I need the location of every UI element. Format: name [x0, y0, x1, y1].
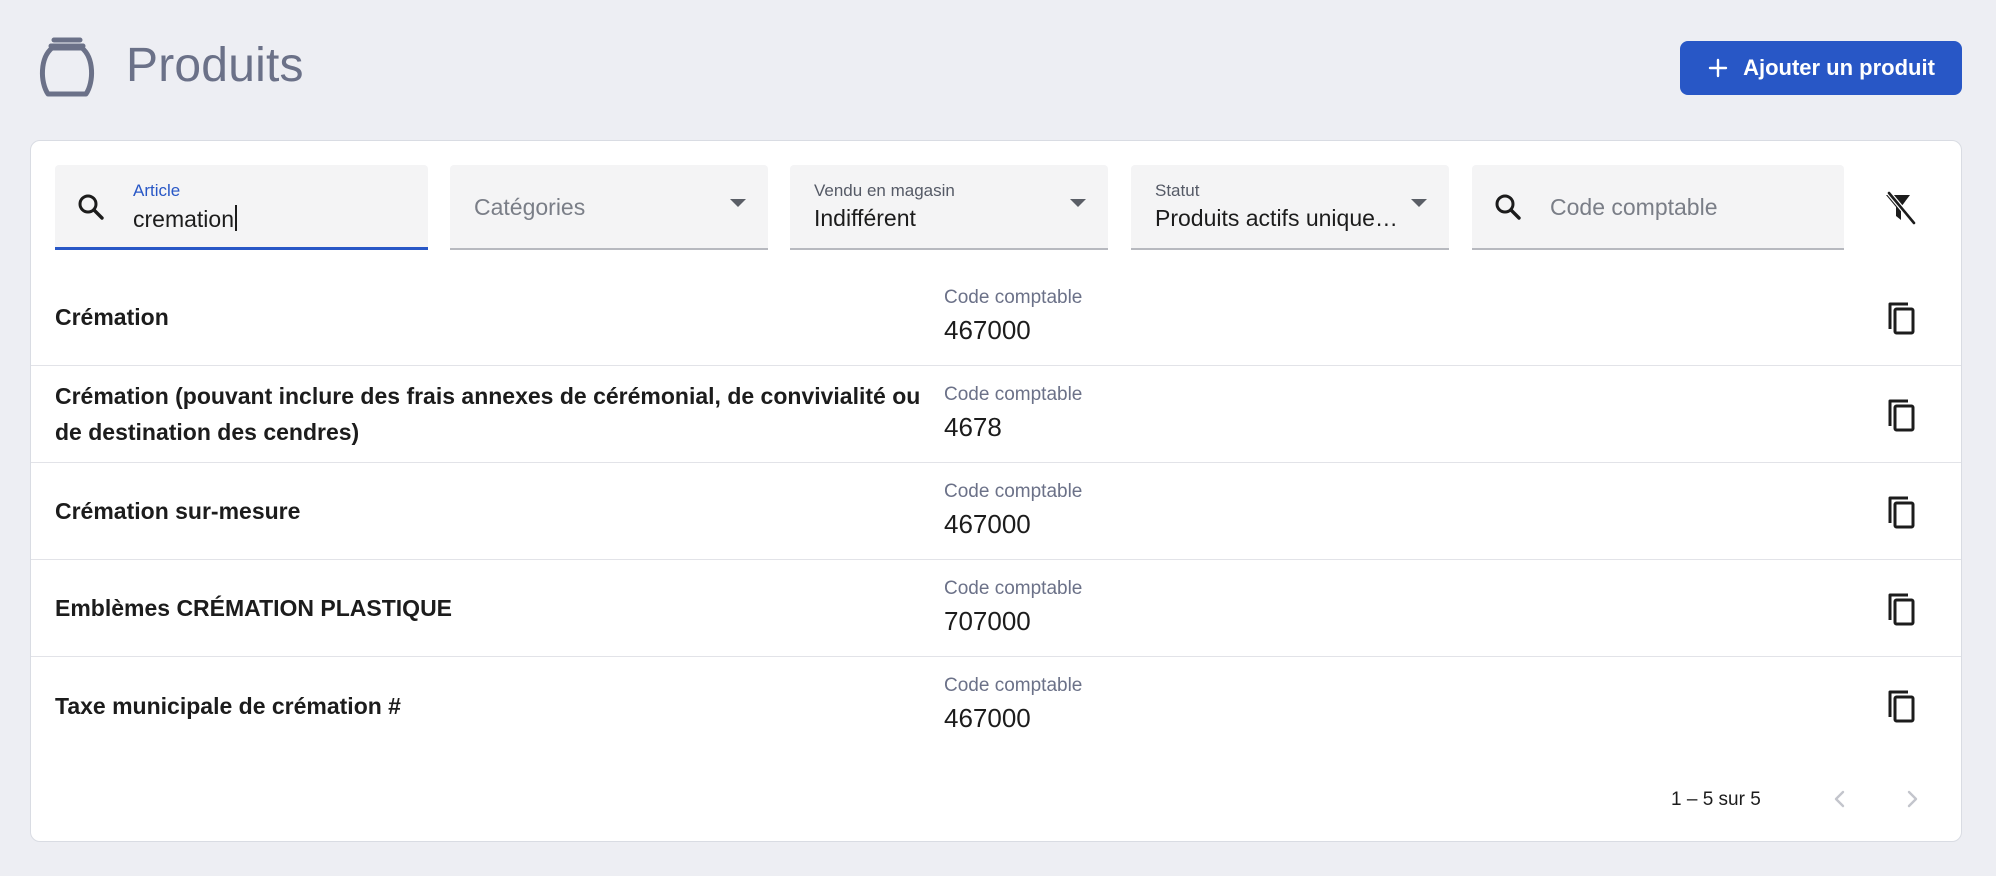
plus-icon	[1708, 58, 1728, 78]
code-comptable-value: 467000	[944, 315, 1031, 345]
product-row[interactable]: Taxe municipale de crémation # Code comp…	[31, 657, 1961, 754]
clear-filter-icon[interactable]	[1883, 191, 1917, 225]
page-header: Produits Ajouter un produit	[0, 0, 1996, 140]
text-cursor	[234, 205, 237, 231]
vendu-en-magasin-select[interactable]: Vendu en magasin Indifférent	[790, 165, 1108, 250]
code-comptable-label: Code comptable	[944, 675, 1083, 696]
statut-field-value: Produits actifs unique…	[1155, 205, 1398, 231]
code-comptable-label: Code comptable	[944, 578, 1083, 599]
statut-select[interactable]: Statut Produits actifs unique…	[1131, 165, 1449, 250]
code-comptable-label: Code comptable	[944, 384, 1083, 405]
chevron-down-icon	[1070, 199, 1086, 207]
product-name: Crémation	[55, 304, 169, 330]
categories-select[interactable]: Catégories	[450, 165, 768, 250]
copy-icon[interactable]	[1881, 687, 1919, 725]
chevron-down-icon	[730, 199, 746, 207]
search-icon	[1495, 194, 1521, 220]
article-search-value: cremation	[133, 206, 234, 232]
code-comptable-value: 4678	[944, 412, 1002, 442]
pagination-range: 1 – 5 sur 5	[1671, 789, 1761, 810]
chevron-down-icon	[1411, 199, 1427, 207]
page-title: Produits	[126, 39, 304, 92]
code-comptable-value: 467000	[944, 509, 1031, 539]
vendu-field-label: Vendu en magasin	[814, 181, 955, 200]
categories-placeholder: Catégories	[474, 194, 586, 220]
product-row[interactable]: Crémation sur-mesure Code comptable 4670…	[31, 463, 1961, 560]
code-comptable-label: Code comptable	[944, 287, 1083, 308]
chevron-right-icon[interactable]	[1897, 784, 1927, 814]
product-name: Taxe municipale de crémation #	[55, 692, 401, 719]
code-comptable-placeholder: Code comptable	[1550, 194, 1718, 220]
product-name: Crémation (pouvant inclure des frais ann…	[55, 383, 921, 445]
copy-icon[interactable]	[1881, 396, 1919, 434]
chevron-left-icon[interactable]	[1825, 784, 1855, 814]
product-name: Crémation sur-mesure	[55, 498, 301, 524]
add-product-label: Ajouter un produit	[1743, 55, 1935, 80]
search-icon	[78, 194, 104, 220]
code-comptable-value: 707000	[944, 606, 1031, 636]
copy-icon[interactable]	[1881, 590, 1919, 628]
urn-icon	[40, 37, 94, 97]
product-row[interactable]: Crémation Code comptable 467000	[31, 269, 1961, 366]
article-search-field[interactable]: Article cremation	[55, 165, 428, 250]
vendu-field-value: Indifférent	[814, 205, 916, 231]
code-comptable-label: Code comptable	[944, 481, 1083, 502]
product-row[interactable]: Emblèmes CRÉMATION PLASTIQUE Code compta…	[31, 560, 1961, 657]
code-comptable-search-field[interactable]: Code comptable	[1472, 165, 1844, 250]
products-card: Article cremation Catégories Vendu en ma…	[30, 140, 1962, 842]
article-field-label: Article	[133, 181, 181, 200]
product-row[interactable]: Crémation (pouvant inclure des frais ann…	[31, 366, 1961, 463]
article-search-input[interactable]: cremation	[133, 205, 237, 233]
code-comptable-value: 467000	[944, 703, 1031, 733]
product-name: Emblèmes CRÉMATION PLASTIQUE	[55, 595, 453, 621]
add-product-button[interactable]: Ajouter un produit	[1680, 41, 1962, 95]
product-list: Crémation Code comptable 467000 Crématio…	[31, 269, 1961, 754]
copy-icon[interactable]	[1881, 299, 1919, 337]
statut-field-label: Statut	[1155, 181, 1200, 200]
copy-icon[interactable]	[1881, 493, 1919, 531]
